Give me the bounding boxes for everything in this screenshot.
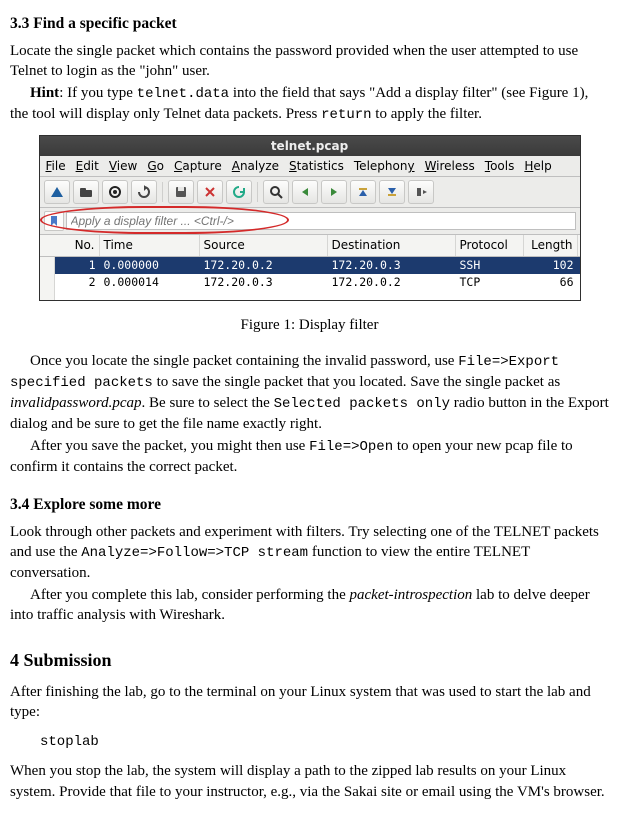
menu-analyze[interactable]: Analyze [232,158,279,174]
menu-edit[interactable]: Edit [76,158,99,174]
jump-first-icon[interactable] [379,180,405,204]
sec34-p1: Look through other packets and experimen… [10,522,609,583]
find-icon[interactable] [263,180,289,204]
telnet-data-code: telnet.data [137,86,229,102]
col-protocol[interactable]: Protocol [456,235,524,255]
next-icon[interactable] [321,180,347,204]
analyze-follow-code: Analyze=>Follow=>TCP stream [81,545,308,561]
toolbar-separator [257,182,258,202]
sec33-p4: After you save the packet, you might the… [10,436,609,477]
jump-last-icon[interactable] [350,180,376,204]
sec33-p3: Once you locate the single packet contai… [10,351,609,434]
save-icon[interactable] [168,180,194,204]
menu-statistics[interactable]: Statistics [289,158,344,174]
sec34-p2: After you complete this lab, consider pe… [10,585,609,626]
stoplab-command: stoplab [40,733,609,752]
sec33-p1: Locate the single packet which contains … [10,41,609,82]
prev-icon[interactable] [292,180,318,204]
selected-packets-code: Selected packets only [274,396,450,412]
menu-help[interactable]: Help [524,158,551,174]
hint-label: Hint [30,85,59,101]
packet-list: 1 0.000000 172.20.0.2 172.20.0.3 SSH 102… [40,257,580,300]
stop-capture-icon[interactable] [102,180,128,204]
window-titlebar: telnet.pcap [40,136,580,156]
col-source[interactable]: Source [200,235,328,255]
figure-caption: Figure 1: Display filter [10,315,609,335]
sec4-p2: When you stop the lab, the system will d… [10,761,609,802]
toolbar [40,177,580,208]
display-filter-input[interactable] [66,212,576,230]
folder-open-icon[interactable] [73,180,99,204]
packet-row[interactable]: 1 0.000000 172.20.0.2 172.20.0.3 SSH 102 [54,257,580,275]
close-icon[interactable] [197,180,223,204]
reload-icon[interactable] [226,180,252,204]
file-open-code: File=>Open [309,439,393,455]
packet-introspection-lab: packet-introspection [350,587,473,603]
invalid-password-filename: invalidpassword.pcap [10,395,142,411]
packet-row-partial [54,292,580,300]
packet-list-header: No. Time Source Destination Protocol Len… [40,235,580,256]
gutter [40,257,55,300]
shark-fin-icon[interactable] [44,180,70,204]
menu-go[interactable]: Go [147,158,164,174]
menu-wireless[interactable]: Wireless [425,158,475,174]
col-time[interactable]: Time [100,235,200,255]
return-key: return [321,107,371,123]
sec4-p1: After finishing the lab, go to the termi… [10,682,609,723]
sec33-p2: Hint: If you type telnet.data into the f… [10,83,609,125]
restart-capture-icon[interactable] [131,180,157,204]
col-destination[interactable]: Destination [328,235,456,255]
sec4-heading: 4 Submission [10,648,609,672]
menu-telephony[interactable]: Telephony [354,158,415,174]
col-no[interactable]: No. [54,235,100,255]
menu-capture[interactable]: Capture [174,158,222,174]
filter-bar [40,208,580,235]
toolbar-separator [162,182,163,202]
bookmark-icon[interactable] [44,211,64,231]
packet-row[interactable]: 2 0.000014 172.20.0.3 172.20.0.2 TCP 66 [54,274,580,292]
col-length[interactable]: Length [524,235,578,255]
wireshark-screenshot: telnet.pcap File Edit View Go Capture An… [39,135,581,300]
menu-tools[interactable]: Tools [485,158,515,174]
sec34-heading: 3.4 Explore some more [10,495,609,516]
auto-scroll-icon[interactable] [408,180,434,204]
menu-bar: File Edit View Go Capture Analyze Statis… [40,156,580,177]
sec33-heading: 3.3 Find a specific packet [10,14,609,35]
menu-view[interactable]: View [109,158,137,174]
menu-file[interactable]: File [46,158,66,174]
